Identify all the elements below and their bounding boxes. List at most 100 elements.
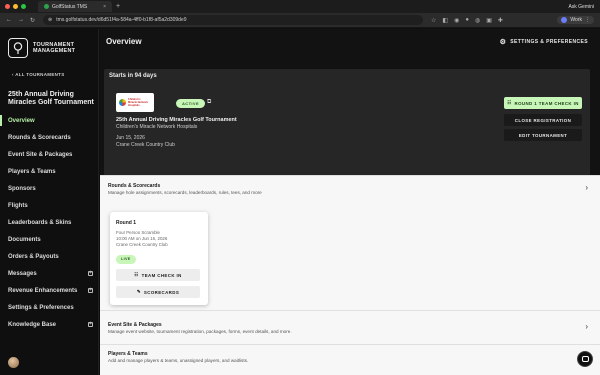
sidebar: TOURNAMENT MANAGEMENT ‹ ALL TOURNAMENTS … (0, 29, 99, 375)
extension-icon[interactable]: ◧ (442, 17, 448, 24)
round-team-check-in-button[interactable]: ☷ ROUND 1 TEAM CHECK IN (504, 97, 582, 109)
tournament-venue: Crane Creek Country Club (116, 142, 175, 148)
sidebar-item-label: Documents (8, 236, 41, 243)
scorecards-button[interactable]: ✎ SCORECARDS (116, 286, 200, 298)
chevron-right-icon[interactable]: › (585, 322, 588, 331)
organization-name: Children's Miracle Network Hospitals (116, 124, 198, 130)
sidebar-item-settings[interactable]: Settings & Preferences (0, 299, 99, 316)
sidebar-item-label: Settings & Preferences (8, 304, 74, 311)
event-site-section: Event Site & Packages Manage event websi… (100, 310, 600, 344)
profile-avatar (561, 17, 568, 23)
page-title: Overview (106, 37, 142, 46)
extension-icon[interactable]: ◍ (475, 17, 480, 24)
back-arrow-icon[interactable]: ← (6, 17, 12, 23)
maximize-window-button[interactable] (21, 4, 26, 9)
close-window-button[interactable] (5, 4, 10, 9)
expand-plus-icon[interactable]: + (88, 288, 93, 293)
section-description: Manage event website, tournament registr… (108, 329, 292, 334)
sidebar-item-event-site[interactable]: Event Site & Packages (0, 146, 99, 163)
logo-text-line: Hospitals (128, 104, 140, 107)
round-time: 10:00 AM on Jun 15, 2026 (116, 236, 168, 241)
sidebar-item-label: Knowledge Base (8, 321, 57, 328)
sidebar-item-label: Orders & Payouts (8, 253, 59, 260)
settings-label: SETTINGS & PREFERENCES (510, 39, 588, 45)
address-bar[interactable]: ⊜ tms.golfstatus.dev/d6d51f4a-584a-4ff0-… (43, 15, 424, 25)
sidebar-item-flights[interactable]: Flights (0, 197, 99, 214)
status-badge: ACTIVE (176, 99, 206, 108)
live-badge: LIVE (116, 255, 136, 264)
brand-line-2: MANAGEMENT (33, 48, 76, 54)
profile-button[interactable]: Work ⋮ (557, 16, 594, 24)
ask-gemini-button[interactable]: Ask Gemini (568, 4, 594, 10)
sidebar-item-label: Rounds & Scorecards (8, 134, 71, 141)
brand-name: TOURNAMENT MANAGEMENT (33, 42, 75, 54)
browser-tab-bar: GolfStatus TMS × + Ask Gemini (0, 0, 600, 13)
chevron-right-icon[interactable]: › (585, 183, 588, 192)
round-title: Round 1 (116, 220, 136, 226)
sidebar-item-rounds[interactable]: Rounds & Scorecards (0, 129, 99, 146)
browser-tab[interactable]: GolfStatus TMS × (38, 1, 112, 12)
edit-tournament-button[interactable]: EDIT TOURNAMENT (504, 129, 582, 141)
expand-plus-icon[interactable]: + (88, 322, 93, 327)
chat-support-button[interactable] (577, 351, 593, 367)
sidebar-item-documents[interactable]: Documents (0, 231, 99, 248)
app-window: GolfStatus TMS × + Ask Gemini ← → ↻ ⊜ tm… (0, 0, 600, 375)
user-avatar[interactable] (8, 357, 19, 368)
organization-logo: Children's Miracle Network Hospitals (116, 93, 154, 112)
sidebar-item-sponsors[interactable]: Sponsors (0, 180, 99, 197)
tournament-summary-card: Starts in 94 days Children's Miracle Net… (104, 69, 590, 182)
sidebar-item-leaderboards[interactable]: Leaderboards & Skins (0, 214, 99, 231)
sidebar-item-label: Players & Teams (8, 168, 56, 175)
new-tab-button[interactable]: + (116, 3, 120, 10)
minimize-window-button[interactable] (13, 4, 18, 9)
sidebar-item-messages[interactable]: Messages + (0, 265, 99, 282)
button-label: ROUND 1 TEAM CHECK IN (514, 100, 579, 106)
round-card[interactable]: Round 1 Four Person Scramble 10:00 AM on… (110, 212, 208, 305)
section-title[interactable]: Rounds & Scorecards (108, 183, 160, 189)
expand-plus-icon[interactable]: + (88, 271, 93, 276)
sidebar-item-label: Overview (8, 117, 35, 124)
golf-ball-logo-icon (8, 38, 28, 58)
url-text: tms.golfstatus.dev/d6d51f4a-584a-4ff0-b1… (56, 17, 187, 23)
extension-icon[interactable]: ● (465, 17, 469, 23)
settings-preferences-link[interactable]: ⚙ SETTINGS & PREFERENCES (500, 38, 588, 46)
team-check-in-button[interactable]: ☷ TEAM CHECK IN (116, 269, 200, 281)
sidebar-item-label: Event Site & Packages (8, 151, 73, 158)
main-content: Overview ⚙ SETTINGS & PREFERENCES Starts… (100, 29, 600, 375)
check-in-list-icon: ☷ (134, 272, 139, 277)
sidebar-item-overview[interactable]: Overview (0, 112, 99, 129)
bookmark-star-icon[interactable]: ☆ (431, 17, 436, 24)
sidebar-item-label: Flights (8, 202, 28, 209)
section-title[interactable]: Players & Teams (108, 351, 148, 357)
copy-link-icon[interactable]: ⧉ (207, 99, 211, 106)
window-controls (5, 4, 26, 9)
button-label: CLOSE REGISTRATION (514, 117, 572, 123)
tournament-name: 25th Annual Driving Miracles Golf Tourna… (116, 117, 237, 123)
puzzle-icon[interactable]: ✚ (498, 17, 503, 24)
sidebar-item-knowledge-base[interactable]: Knowledge Base + (0, 316, 99, 333)
sidebar-item-label: Sponsors (8, 185, 36, 192)
golfstatus-favicon-icon (44, 4, 49, 9)
close-tab-icon[interactable]: × (103, 4, 106, 10)
gear-icon: ⚙ (499, 39, 507, 46)
sidebar-item-orders[interactable]: Orders & Payouts (0, 248, 99, 265)
all-tournaments-link[interactable]: ‹ ALL TOURNAMENTS (12, 72, 65, 77)
section-title[interactable]: Event Site & Packages (108, 322, 162, 328)
tab-title: GolfStatus TMS (52, 3, 88, 10)
extension-icon[interactable]: ▣ (486, 17, 492, 24)
app-logo[interactable]: TOURNAMENT MANAGEMENT (8, 38, 75, 58)
extension-icon[interactable]: ◉ (454, 17, 459, 24)
browser-toolbar: ← → ↻ ⊜ tms.golfstatus.dev/d6d51f4a-584a… (0, 13, 600, 28)
menu-dots-icon: ⋮ (585, 17, 590, 23)
check-in-list-icon: ☷ (507, 100, 512, 105)
site-info-icon[interactable]: ⊜ (48, 17, 52, 23)
sidebar-item-revenue[interactable]: Revenue Enhancements + (0, 282, 99, 299)
forward-arrow-icon[interactable]: → (18, 17, 24, 23)
button-label: TEAM CHECK IN (141, 272, 182, 278)
back-label: ALL TOURNAMENTS (15, 72, 65, 77)
round-format: Four Person Scramble (116, 230, 160, 235)
close-registration-button[interactable]: CLOSE REGISTRATION (504, 114, 582, 126)
sidebar-item-players[interactable]: Players & Teams (0, 163, 99, 180)
sidebar-item-label: Messages (8, 270, 37, 277)
reload-icon[interactable]: ↻ (30, 17, 35, 24)
